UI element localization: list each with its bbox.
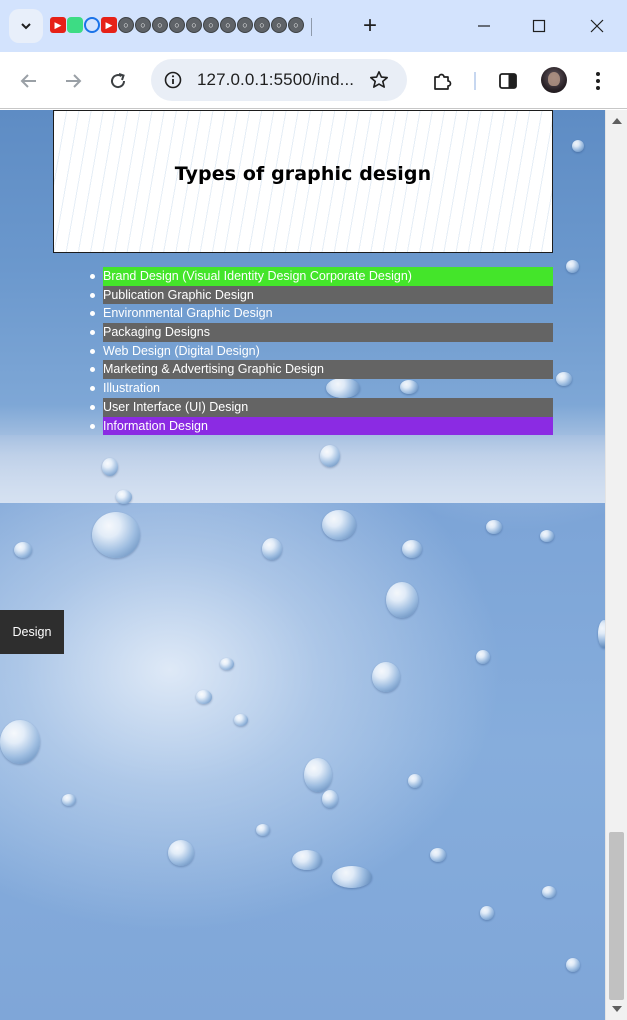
side-panel-icon xyxy=(499,73,517,89)
list-item: User Interface (UI) Design xyxy=(90,397,553,417)
minimize-button[interactable] xyxy=(466,10,502,42)
new-tab-button[interactable]: + xyxy=(358,12,382,40)
tab-strip: ▶ ▶ ○ ○ ○ ○ ○ ○ ○ ○ ○ ○ ○ xyxy=(50,17,304,33)
profile-avatar[interactable] xyxy=(541,67,567,93)
globe-icon[interactable]: ○ xyxy=(237,17,253,33)
back-button[interactable] xyxy=(14,66,44,96)
reload-icon xyxy=(111,73,126,89)
scrollbar-thumb[interactable] xyxy=(609,832,624,1000)
info-icon xyxy=(164,71,182,89)
maximize-icon xyxy=(532,19,546,33)
arrow-left-icon xyxy=(20,74,36,88)
tab-divider xyxy=(311,18,312,36)
youtube-icon[interactable]: ▶ xyxy=(101,17,117,33)
more-vert-icon xyxy=(596,72,600,90)
globe-icon[interactable]: ○ xyxy=(203,17,219,33)
close-button[interactable] xyxy=(579,10,615,42)
reload-button[interactable] xyxy=(103,66,133,96)
history-icon[interactable] xyxy=(84,17,100,33)
list-item: Environmental Graphic Design xyxy=(90,304,553,323)
list-item: Information Design xyxy=(90,416,553,436)
browser-title-bar: ▶ ▶ ○ ○ ○ ○ ○ ○ ○ ○ ○ ○ ○ + xyxy=(0,0,627,52)
globe-icon[interactable]: ○ xyxy=(152,17,168,33)
page-banner: Types of graphic design xyxy=(53,110,553,253)
side-panel-button[interactable] xyxy=(493,66,523,96)
extensions-button[interactable] xyxy=(427,66,457,96)
page-title: Types of graphic design xyxy=(174,163,432,185)
design-button[interactable]: Design xyxy=(0,610,64,654)
chevron-down-icon xyxy=(21,23,31,30)
vertical-scrollbar[interactable] xyxy=(605,110,627,1020)
scroll-down-arrow-icon[interactable] xyxy=(612,1006,622,1012)
close-icon xyxy=(590,19,604,33)
arrow-right-icon xyxy=(66,74,82,88)
star-icon xyxy=(370,71,388,88)
list-item: Packaging Designs xyxy=(90,323,553,342)
globe-icon[interactable]: ○ xyxy=(271,17,287,33)
list-item: Web Design (Digital Design) xyxy=(90,342,553,361)
url-text[interactable]: 127.0.0.1:5500/ind... xyxy=(197,70,354,90)
globe-icon[interactable]: ○ xyxy=(254,17,270,33)
globe-icon[interactable]: ○ xyxy=(288,17,304,33)
address-bar[interactable]: 127.0.0.1:5500/ind... xyxy=(151,59,407,101)
browser-toolbar: 127.0.0.1:5500/ind... xyxy=(0,52,627,109)
bookmark-button[interactable] xyxy=(367,68,391,92)
site-info-button[interactable] xyxy=(161,68,185,92)
globe-icon[interactable]: ○ xyxy=(186,17,202,33)
puzzle-icon xyxy=(434,73,452,90)
list-item: Illustration xyxy=(90,379,553,398)
minimize-icon xyxy=(478,25,490,27)
list-item: Brand Design (Visual Identity Design Cor… xyxy=(90,267,553,286)
forward-button[interactable] xyxy=(58,66,88,96)
globe-icon[interactable]: ○ xyxy=(220,17,236,33)
scroll-up-arrow-icon[interactable] xyxy=(612,118,622,124)
youtube-icon[interactable]: ▶ xyxy=(50,17,66,33)
globe-icon[interactable]: ○ xyxy=(118,17,134,33)
list-item: Marketing & Advertising Graphic Design xyxy=(90,360,553,380)
android-icon[interactable] xyxy=(67,17,83,33)
menu-button[interactable] xyxy=(583,66,613,96)
globe-icon[interactable]: ○ xyxy=(135,17,151,33)
toolbar-separator xyxy=(474,72,476,90)
tab-search-button[interactable] xyxy=(9,9,43,43)
list-item: Publication Graphic Design xyxy=(90,285,553,305)
page-viewport[interactable]: Types of graphic design Brand Design (Vi… xyxy=(0,110,605,1020)
globe-icon[interactable]: ○ xyxy=(169,17,185,33)
maximize-button[interactable] xyxy=(521,10,557,42)
design-types-list: Brand Design (Visual Identity Design Cor… xyxy=(90,267,553,436)
